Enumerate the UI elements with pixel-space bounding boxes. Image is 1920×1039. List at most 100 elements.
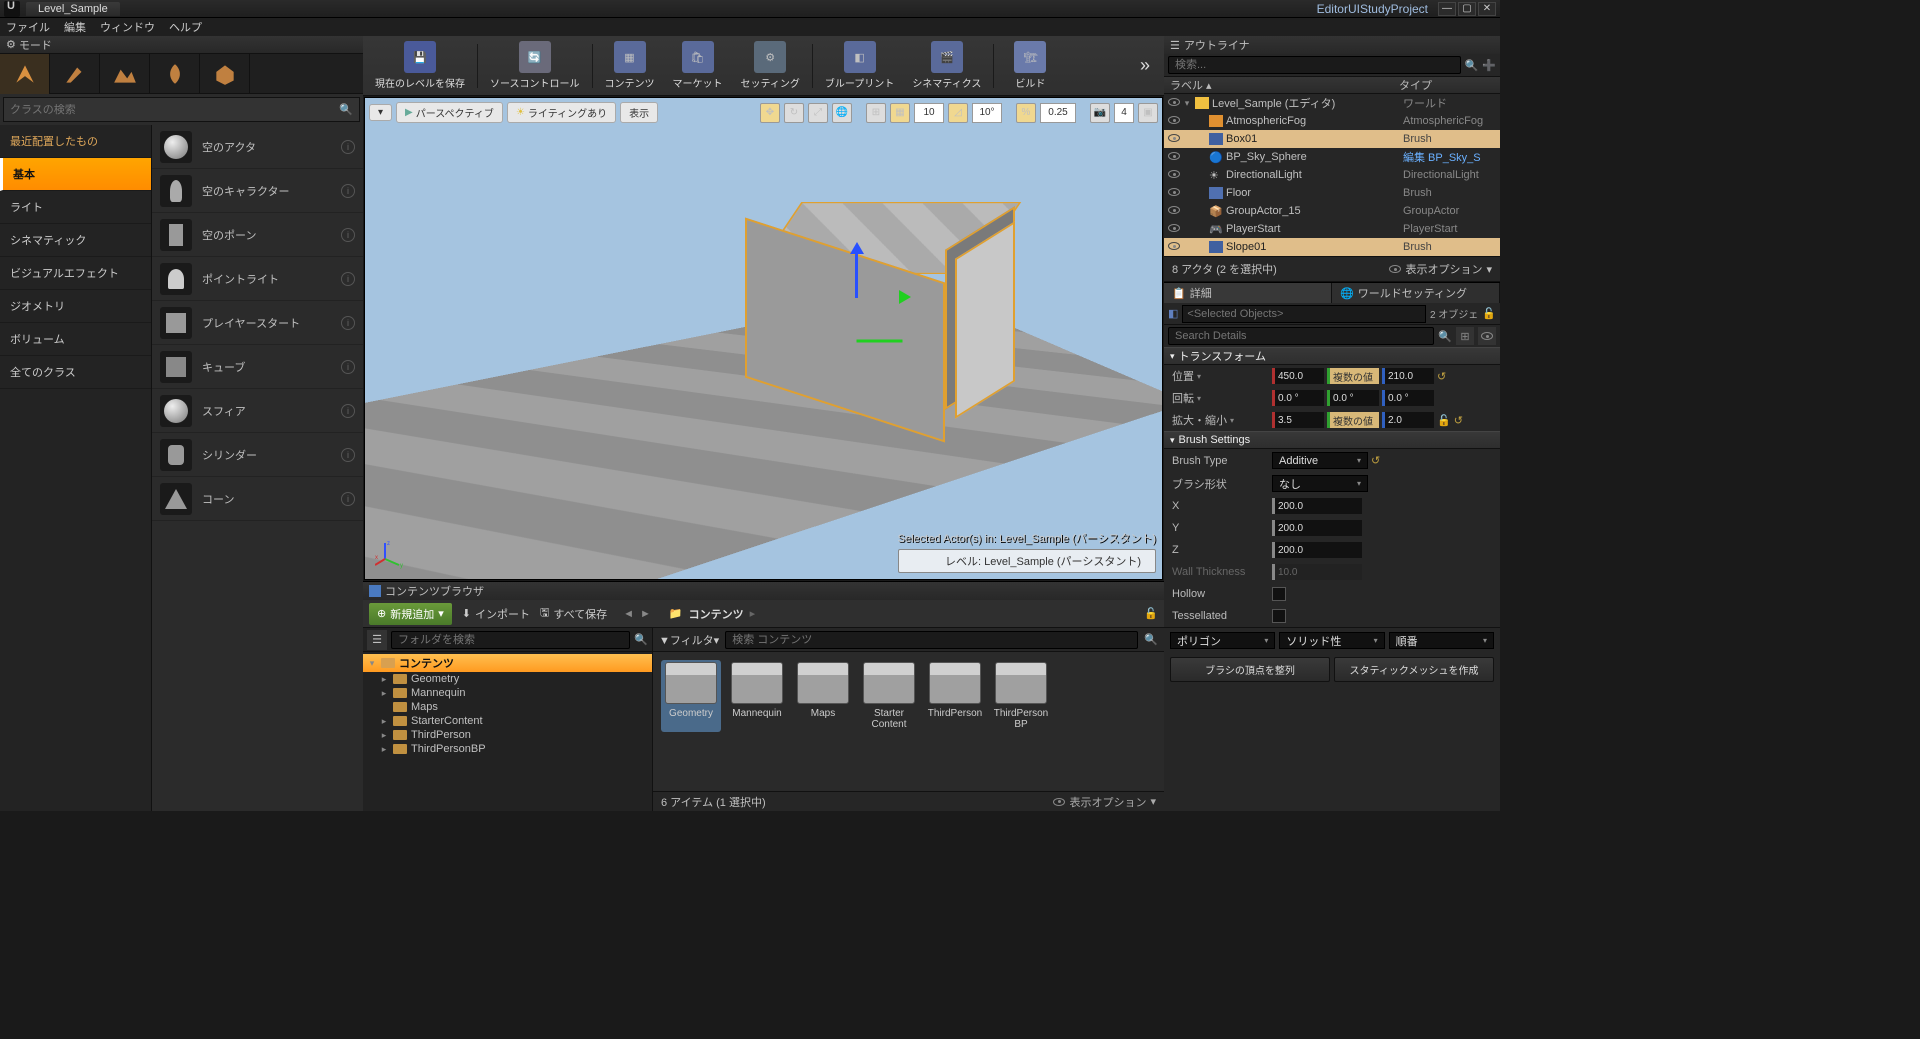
save-all-button[interactable]: 🖫 すべて保存 [540,604,607,623]
info-icon[interactable]: i [341,316,355,330]
location-y[interactable]: 複数の値 [1327,368,1379,384]
nav-forward[interactable]: ► [640,608,651,620]
rotation-y[interactable]: 0.0 ° [1327,390,1379,406]
toolbar-cinematics[interactable]: 🎬シネマティクス [904,38,989,94]
mode-foliage[interactable] [150,54,200,94]
toolbar-save[interactable]: 💾現在のレベルを保存 [367,38,473,94]
class-search-input[interactable] [10,104,339,116]
asset-empty-character[interactable]: 空のキャラクターi [152,169,363,213]
grid-snap-value[interactable]: 10 [914,103,944,123]
info-icon[interactable]: i [341,492,355,506]
property-matrix-button[interactable]: ⊞ [1456,327,1474,345]
menu-window[interactable]: ウィンドウ [100,19,155,35]
location-z[interactable]: 210.0 [1382,368,1434,384]
tab-world-settings[interactable]: 🌐 ワールドセッティング [1332,283,1500,303]
outliner-box01[interactable]: Box01Brush [1164,130,1500,148]
view-options[interactable]: 表示オプション▾ [1053,794,1156,810]
menu-edit[interactable]: 編集 [64,19,86,35]
transform-rotate[interactable]: ↻ [784,103,804,123]
viewport[interactable]: ▾ ▶パースペクティブ ☀ライティングあり 表示 ✥ ↻ ⤢ 🌐 ⊞ ▦ 10 … [364,97,1163,580]
path-content[interactable]: コンテンツ [689,606,744,622]
menu-help[interactable]: ヘルプ [169,19,202,35]
toolbar-settings[interactable]: ⚙セッティング [733,38,808,94]
outliner-playerstart[interactable]: 🎮PlayerStartPlayerStart [1164,220,1500,238]
tree-geometry[interactable]: ▸Geometry [363,672,652,686]
column-type[interactable]: タイプ [1399,77,1494,93]
angle-snap-value[interactable]: 10° [972,103,1002,123]
geom-solidity-dropdown[interactable]: ソリッド性▾ [1279,632,1384,649]
outliner-floor[interactable]: FloorBrush [1164,184,1500,202]
info-icon[interactable]: i [341,184,355,198]
filter-button[interactable]: ▼フィルタ▾ [659,632,719,648]
folder-geometry[interactable]: Geometry [661,660,721,732]
tessellated-checkbox[interactable] [1272,609,1286,623]
geom-polygon-dropdown[interactable]: ポリゴン▾ [1170,632,1275,649]
camera-speed[interactable]: 📷 [1090,103,1110,123]
mode-landscape[interactable] [100,54,150,94]
reset-location[interactable]: ↺ [1437,370,1446,383]
column-label[interactable]: ラベル ▴ [1170,77,1399,93]
asset-empty-pawn[interactable]: 空のポーンi [152,213,363,257]
viewport-perspective[interactable]: ▶パースペクティブ [396,102,503,123]
rotation-z[interactable]: 0.0 ° [1382,390,1434,406]
transform-move[interactable]: ✥ [760,103,780,123]
camera-speed-value[interactable]: 4 [1114,103,1134,123]
scale-snap-value[interactable]: 0.25 [1040,103,1076,123]
asset-cone[interactable]: コーンi [152,477,363,521]
category-cinematic[interactable]: シネマティック [0,224,151,257]
geom-order-dropdown[interactable]: 順番▾ [1389,632,1494,649]
nav-back[interactable]: ◄ [623,608,634,620]
category-recent[interactable]: 最近配置したもの [0,125,151,158]
viewport-menu[interactable]: ▾ [369,104,392,121]
folder-starter[interactable]: Starter Content [859,660,919,732]
lock-icon[interactable]: 🔓 [1144,607,1158,620]
brush-y[interactable]: 200.0 [1272,520,1362,536]
category-all[interactable]: 全てのクラス [0,356,151,389]
asset-sphere[interactable]: スフィアi [152,389,363,433]
tab-details[interactable]: 📋 詳細 [1164,283,1332,303]
details-search-input[interactable] [1168,327,1434,345]
category-geometry[interactable]: ジオメトリ [0,290,151,323]
maximize-button[interactable]: ▢ [1458,2,1476,16]
tree-thirdpersonbp[interactable]: ▸ThirdPersonBP [363,742,652,756]
brush-z[interactable]: 200.0 [1272,542,1362,558]
brush-shape-dropdown[interactable]: なし▾ [1272,475,1368,492]
outliner-fog[interactable]: AtmosphericFogAtmosphericFog [1164,112,1500,130]
create-static-mesh-button[interactable]: スタティックメッシュを作成 [1334,657,1494,682]
eye-icon[interactable] [1478,327,1496,345]
grid-snap-toggle[interactable]: ▦ [890,103,910,123]
info-icon[interactable]: i [341,448,355,462]
scale-y[interactable]: 複数の値 [1327,412,1379,428]
menu-file[interactable]: ファイル [6,19,50,35]
coord-space[interactable]: 🌐 [832,103,852,123]
add-new-button[interactable]: ⊕ 新規追加 ▾ [369,603,452,625]
surface-snap[interactable]: ⊞ [866,103,886,123]
section-brush[interactable]: ▾Brush Settings [1164,431,1500,449]
tree-starter[interactable]: ▸StarterContent [363,714,652,728]
mode-place[interactable] [0,54,50,94]
toolbar-marketplace[interactable]: 🛍マーケット [665,38,731,94]
asset-cylinder[interactable]: シリンダーi [152,433,363,477]
scale-snap-toggle[interactable]: % [1016,103,1036,123]
angle-snap-toggle[interactable]: ◿ [948,103,968,123]
hollow-checkbox[interactable] [1272,587,1286,601]
scale-z[interactable]: 2.0 [1382,412,1434,428]
info-icon[interactable]: i [341,228,355,242]
mode-paint[interactable] [50,54,100,94]
outliner-slope01[interactable]: Slope01Brush [1164,238,1500,256]
viewport-show[interactable]: 表示 [620,102,658,123]
toolbar-overflow[interactable]: » [1130,55,1160,76]
selected-objects-field[interactable] [1182,305,1426,323]
info-icon[interactable]: i [341,140,355,154]
folder-thirdperson[interactable]: ThirdPerson [925,660,985,732]
folder-mannequin[interactable]: Mannequin [727,660,787,732]
align-vertices-button[interactable]: ブラシの頂点を整列 [1170,657,1330,682]
mode-geometry[interactable] [200,54,250,94]
category-basic[interactable]: 基本 [0,158,151,191]
asset-player-start[interactable]: プレイヤースタートi [152,301,363,345]
import-button[interactable]: ⬇ インポート [462,606,530,622]
brush-type-dropdown[interactable]: Additive▾ [1272,452,1368,469]
info-icon[interactable]: i [341,360,355,374]
toolbar-source-control[interactable]: 🔄ソースコントロール [482,38,588,94]
category-volumes[interactable]: ボリューム [0,323,151,356]
